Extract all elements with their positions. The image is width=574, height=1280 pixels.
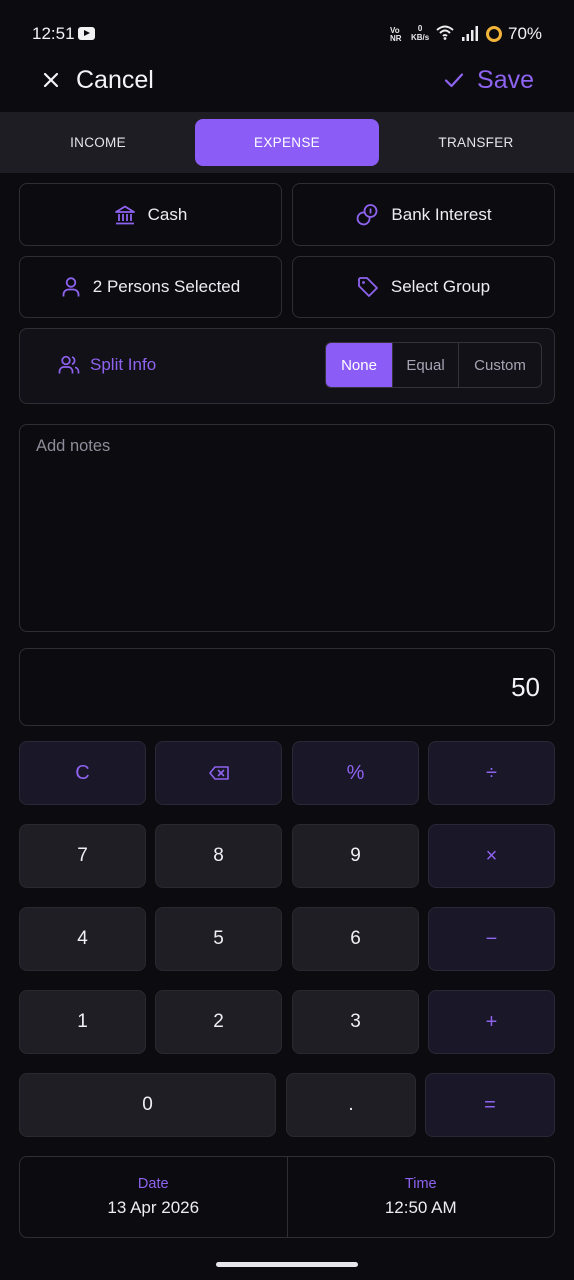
bank-icon xyxy=(114,205,135,224)
users-icon xyxy=(58,355,80,374)
date-value: 13 Apr 2026 xyxy=(107,1198,200,1217)
cancel-label: Cancel xyxy=(76,65,154,94)
time-label: Time xyxy=(404,1176,437,1192)
split-option-none[interactable]: None xyxy=(326,343,392,387)
split-info-label: Split Info xyxy=(90,355,157,374)
key-equals[interactable]: = xyxy=(425,1073,555,1137)
tab-transfer[interactable]: TRANSFER xyxy=(386,119,566,166)
transaction-type-tabs: INCOME EXPENSE TRANSFER xyxy=(0,112,574,173)
persons-label: 2 Persons Selected xyxy=(92,277,241,296)
key-divide[interactable]: ÷ xyxy=(428,741,555,805)
notes-field[interactable]: Add notes xyxy=(19,424,555,632)
key-7[interactable]: 7 xyxy=(19,824,146,888)
key-plus[interactable]: + xyxy=(428,990,555,1054)
key-3[interactable]: 3 xyxy=(292,990,419,1054)
key-4[interactable]: 4 xyxy=(19,907,146,971)
top-app-bar: Cancel Save xyxy=(0,66,574,112)
key-minus[interactable]: − xyxy=(428,907,555,971)
date-picker[interactable]: Date 13 Apr 2026 xyxy=(20,1157,287,1237)
account-selector[interactable]: Cash xyxy=(19,183,282,246)
notes-placeholder: Add notes xyxy=(36,437,111,455)
group-selector[interactable]: Select Group xyxy=(292,256,555,318)
person-icon xyxy=(62,277,80,297)
category-selector[interactable]: Bank Interest xyxy=(292,183,555,246)
split-info-button[interactable]: Split Info xyxy=(58,329,156,401)
wifi-icon xyxy=(436,25,454,40)
split-info-panel: Split Info None Equal Custom xyxy=(19,328,555,404)
tag-icon xyxy=(357,277,378,297)
time-picker[interactable]: Time 12:50 AM xyxy=(286,1157,555,1237)
signal-icon xyxy=(462,26,478,41)
save-button[interactable]: Save xyxy=(443,66,534,94)
coins-icon xyxy=(357,203,378,225)
category-label: Bank Interest xyxy=(391,204,492,224)
net-speed-value: 0 xyxy=(417,24,423,33)
status-time: 12:51 xyxy=(32,24,75,43)
backspace-icon xyxy=(208,766,229,780)
date-label: Date xyxy=(137,1176,169,1192)
youtube-icon xyxy=(78,27,95,40)
key-decimal[interactable]: . xyxy=(286,1073,416,1137)
key-9[interactable]: 9 xyxy=(292,824,419,888)
status-bar: 12:51 Vo NR 0 KB/s 70% xyxy=(0,0,574,66)
key-5[interactable]: 5 xyxy=(155,907,282,971)
cancel-button[interactable]: Cancel xyxy=(40,66,154,94)
date-time-panel: Date 13 Apr 2026 Time 12:50 AM xyxy=(19,1156,555,1238)
save-label: Save xyxy=(477,65,534,94)
split-option-custom[interactable]: Custom xyxy=(458,343,541,387)
persons-selector[interactable]: 2 Persons Selected xyxy=(19,256,282,318)
group-label: Select Group xyxy=(390,277,491,296)
key-1[interactable]: 1 xyxy=(19,990,146,1054)
checkmark-icon xyxy=(444,73,464,88)
account-label: Cash xyxy=(147,204,188,224)
tab-income[interactable]: INCOME xyxy=(8,119,188,166)
split-mode-segmented-control: None Equal Custom xyxy=(325,342,542,388)
key-backspace[interactable] xyxy=(155,741,282,805)
tab-expense[interactable]: EXPENSE xyxy=(195,119,379,166)
key-clear[interactable]: C xyxy=(19,741,146,805)
key-percent[interactable]: % xyxy=(292,741,419,805)
split-option-equal[interactable]: Equal xyxy=(392,343,458,387)
time-value: 12:50 AM xyxy=(384,1198,457,1217)
net-speed-unit: KB/s xyxy=(411,33,430,42)
close-icon xyxy=(43,72,59,88)
battery-saver-icon xyxy=(486,26,502,42)
net-speed-indicator: 0 KB/s xyxy=(411,24,429,42)
home-indicator[interactable] xyxy=(216,1262,358,1267)
volte-indicator: Vo NR xyxy=(390,26,402,43)
amount-display: 50 xyxy=(19,648,555,726)
key-6[interactable]: 6 xyxy=(292,907,419,971)
amount-value: 50 xyxy=(511,671,540,702)
key-multiply[interactable]: × xyxy=(428,824,555,888)
battery-level: 70% xyxy=(508,24,543,43)
key-0[interactable]: 0 xyxy=(19,1073,276,1137)
key-8[interactable]: 8 xyxy=(155,824,282,888)
key-2[interactable]: 2 xyxy=(155,990,282,1054)
